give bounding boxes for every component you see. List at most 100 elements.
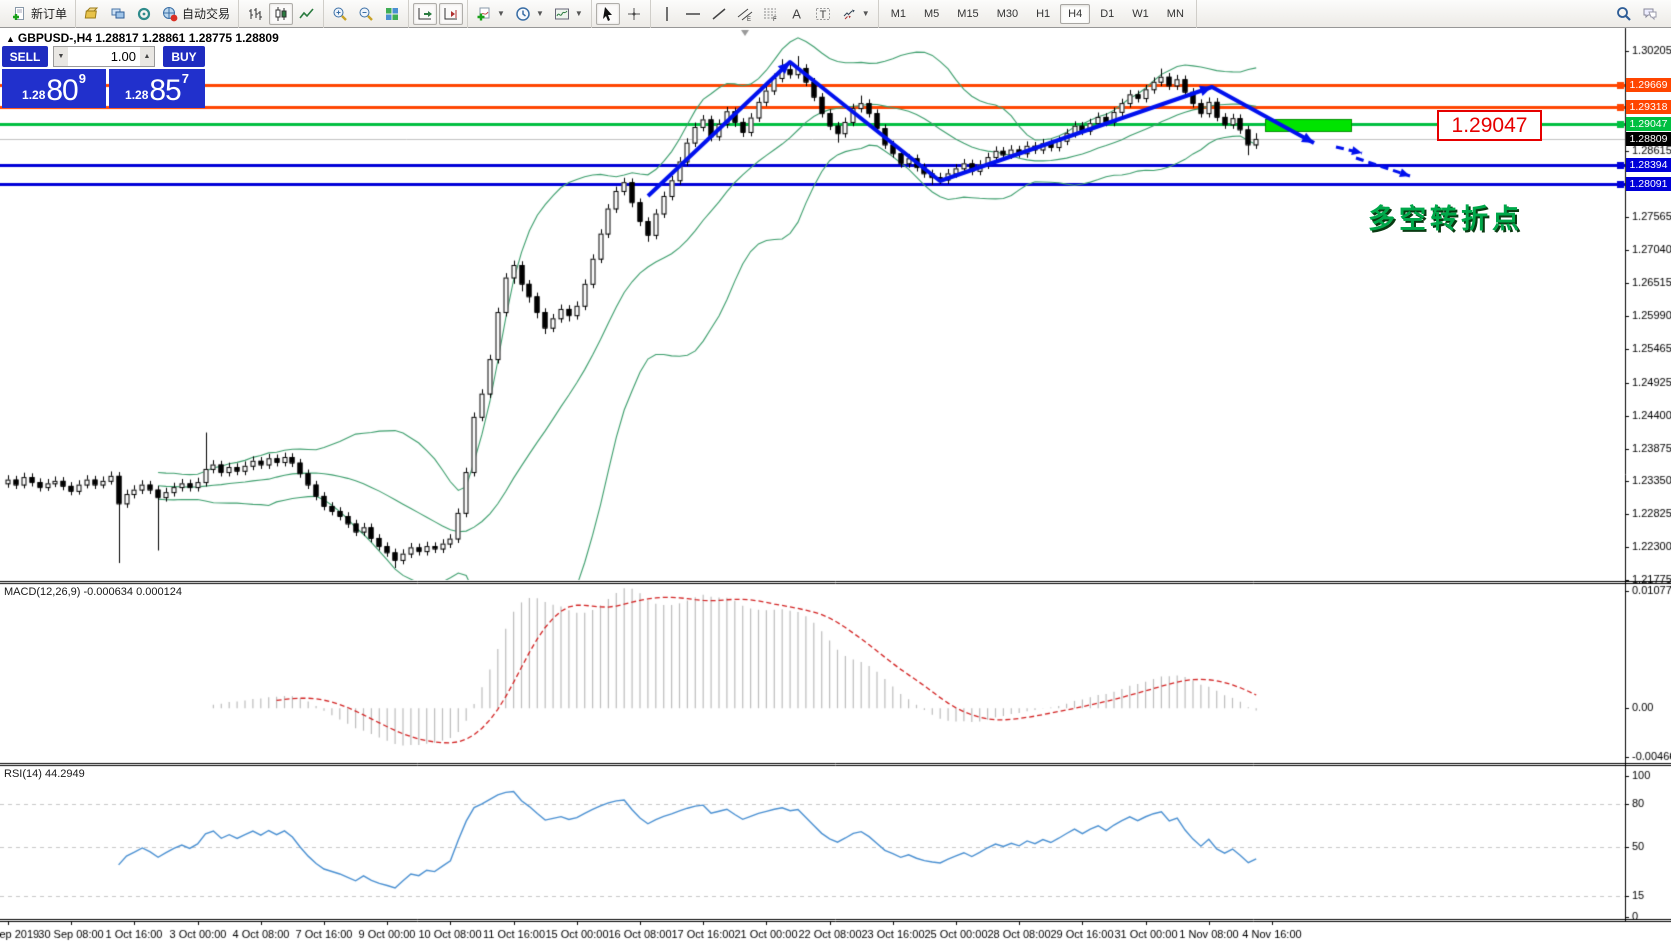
fibonacci-button[interactable]: F xyxy=(759,3,783,25)
chat-button[interactable] xyxy=(1638,3,1662,25)
toolbar-group: 新订单 xyxy=(3,0,77,28)
linechart-icon xyxy=(299,7,314,18)
svg-text:T: T xyxy=(819,9,826,21)
chart-line-button[interactable] xyxy=(295,3,319,25)
zoom-out-icon xyxy=(359,7,373,21)
indicator-plus-icon xyxy=(477,7,490,20)
search-icon xyxy=(1617,6,1631,21)
timeframe-w1-button[interactable]: W1 xyxy=(1124,4,1157,24)
toolbar-group: E F A T ▼ xyxy=(651,0,879,28)
toolbar-group xyxy=(239,0,325,28)
macd-label: MACD(12,26,9) -0.000634 0.000124 xyxy=(4,586,182,598)
current-price-badge: 1.28809 xyxy=(1626,132,1671,146)
screens-icon xyxy=(111,8,125,18)
trendline-button[interactable] xyxy=(707,3,731,25)
trend-icon xyxy=(712,7,726,20)
crystal-icon xyxy=(84,7,99,18)
timeframe-m15-button[interactable]: M15 xyxy=(949,4,986,24)
chat-icon xyxy=(1643,8,1657,20)
hline-price-badge: 1.28394 xyxy=(1626,158,1671,172)
globe-play-icon xyxy=(163,6,178,21)
timeframe-m30-button[interactable]: M30 xyxy=(989,4,1026,24)
clock-icon xyxy=(516,6,530,21)
tiles-icon xyxy=(386,7,399,20)
chevron-down-icon: ▼ xyxy=(497,9,505,18)
chevron-down-icon: ▼ xyxy=(574,9,583,18)
cursor-icon xyxy=(602,6,612,21)
bars-icon xyxy=(249,7,263,20)
terminal-button[interactable] xyxy=(106,3,130,25)
text-a-icon: A xyxy=(792,6,801,21)
zoom-in-button[interactable] xyxy=(328,3,352,25)
fibo-icon: F xyxy=(763,8,777,22)
crosshair-icon xyxy=(627,7,640,20)
equidistant-channel-button[interactable]: E xyxy=(733,3,757,25)
vline-icon xyxy=(666,6,668,21)
one-click-trading-panel: SELL ▼ ▲ BUY 1.28 80 9 1.28 85 7 xyxy=(2,46,205,108)
autoscroll-icon xyxy=(418,7,433,19)
volume-down-button[interactable]: ▼ xyxy=(54,47,68,66)
auto-trading-button[interactable]: 自动交易 xyxy=(158,3,234,25)
chart-canvas[interactable] xyxy=(0,0,1671,949)
sell-quote-button[interactable]: 1.28 80 9 xyxy=(2,69,106,108)
label-t-icon: T xyxy=(815,7,830,21)
buy-button[interactable]: BUY xyxy=(163,46,205,67)
hline-price-badge: 1.29669 xyxy=(1626,78,1671,92)
timeframe-h4-button[interactable]: H4 xyxy=(1060,3,1091,24)
toolbar-group: 自动交易 xyxy=(76,0,240,28)
tile-windows-button[interactable] xyxy=(380,3,404,25)
crosshair-button[interactable] xyxy=(622,3,646,25)
volume-input[interactable] xyxy=(68,47,140,66)
candles-icon xyxy=(275,6,287,21)
timeframe-d1-button[interactable]: D1 xyxy=(1092,4,1122,24)
collapse-icon[interactable]: ▲ xyxy=(6,34,15,44)
mql-editor-button[interactable] xyxy=(80,3,104,25)
timeframe-group: M1 M5 M15 M30 H1 H4 D1 W1 MN xyxy=(879,0,1197,28)
periods-button[interactable]: ▼ xyxy=(511,3,548,25)
market-depth-button[interactable] xyxy=(132,3,156,25)
chinese-note[interactable]: 多空转折点 xyxy=(1368,197,1523,236)
new-order-button[interactable]: 新订单 xyxy=(7,3,71,25)
zoom-out-button[interactable] xyxy=(354,3,378,25)
symbol-info[interactable]: ▲ GBPUSD-,H4 1.28817 1.28861 1.28775 1.28… xyxy=(6,31,279,45)
horizontal-line-button[interactable] xyxy=(681,3,705,25)
timeframe-mn-button[interactable]: MN xyxy=(1159,4,1192,24)
cursor-button[interactable] xyxy=(595,2,620,25)
chart-candles-button[interactable] xyxy=(269,2,294,25)
auto-scroll-button[interactable] xyxy=(413,2,438,25)
volume-up-button[interactable]: ▲ xyxy=(140,47,154,66)
buy-quote-button[interactable]: 1.28 85 7 xyxy=(109,69,205,108)
mt4-window: 新订单 自动交易 ▼ ▼ ▼ E F A T ▼ M1 M5 M15 M30 H1 H4 D1 W1 MN ▲ GBP… xyxy=(0,0,1671,949)
timeframe-m5-button[interactable]: M5 xyxy=(916,4,947,24)
buy-price-sup: 7 xyxy=(181,71,189,86)
toolbar-group: ▼ ▼ ▼ xyxy=(468,0,592,28)
buy-price-big: 85 xyxy=(149,74,181,107)
channel-icon: E xyxy=(737,8,753,22)
toolbar-group xyxy=(324,0,410,28)
vertical-line-button[interactable] xyxy=(655,3,679,25)
chart-shift-button[interactable] xyxy=(439,2,464,25)
search-button[interactable] xyxy=(1612,3,1636,25)
arrows-icon xyxy=(843,9,855,19)
doc-plus-icon xyxy=(13,6,24,20)
sell-price-sup: 9 xyxy=(78,71,86,86)
new-order-label: 新订单 xyxy=(31,7,68,21)
indicators-button[interactable]: ▼ xyxy=(472,3,509,25)
timeframe-m1-button[interactable]: M1 xyxy=(883,4,914,24)
ring-icon xyxy=(137,7,151,20)
text-button[interactable]: A xyxy=(785,3,809,25)
text-label-button[interactable]: T xyxy=(811,3,835,25)
arrows-button[interactable]: ▼ xyxy=(837,3,874,25)
rsi-label: RSI(14) 44.2949 xyxy=(4,768,85,780)
hline-price-badge: 1.28091 xyxy=(1626,177,1671,191)
templates-button[interactable]: ▼ xyxy=(550,3,587,25)
sell-price-big: 80 xyxy=(46,74,78,107)
svg-text:A: A xyxy=(792,6,801,21)
sell-button[interactable]: SELL xyxy=(2,46,48,67)
hline-icon xyxy=(685,12,700,15)
chevron-down-icon: ▼ xyxy=(535,9,544,18)
volume-stepper: ▼ ▲ xyxy=(53,46,155,67)
chart-bars-button[interactable] xyxy=(243,3,267,25)
timeframe-h1-button[interactable]: H1 xyxy=(1028,4,1058,24)
price-callout-box[interactable]: 1.29047 xyxy=(1437,110,1542,141)
